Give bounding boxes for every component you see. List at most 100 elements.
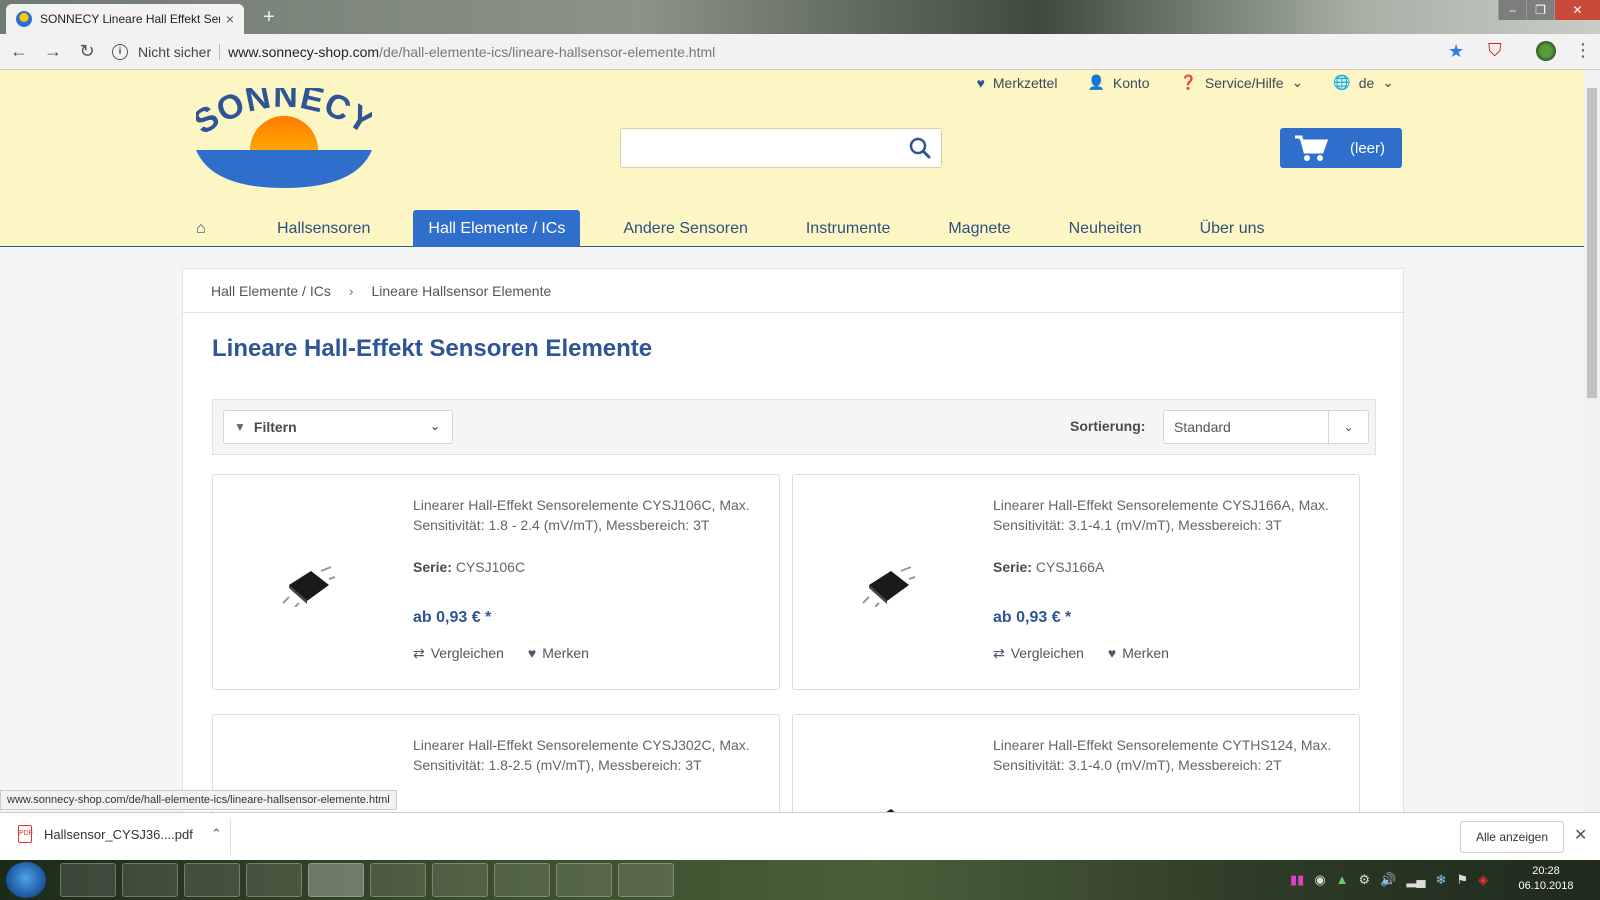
sort-select[interactable]: Standard ⌄	[1163, 410, 1369, 444]
tray-icon[interactable]: ⚙	[1359, 872, 1371, 888]
content-panel: Hall Elemente / ICs › Lineare Hallsensor…	[182, 268, 1404, 812]
web-page: ♥ Merkzettel 👤 Konto ❓ Service/Hilfe ⌄ 🌐 de ⌄ …	[0, 70, 1584, 812]
product-card[interactable]: Linearer Hall-Effekt Sensorelemente CYSJ…	[792, 474, 1360, 690]
service-link[interactable]: ❓ Service/Hilfe ⌄	[1179, 74, 1303, 91]
compare-link[interactable]: ⇄ Vergleichen	[993, 645, 1084, 662]
hp-icon[interactable]	[432, 863, 488, 897]
flag-icon[interactable]: ⚑	[1457, 872, 1469, 888]
breadcrumb: Hall Elemente / ICs › Lineare Hallsensor…	[183, 269, 1403, 313]
snowflake-icon[interactable]: ❄	[1436, 872, 1447, 888]
antivirus-icon[interactable]: ◈	[1478, 872, 1488, 888]
nav-neuheiten[interactable]: Neuheiten	[1054, 210, 1157, 247]
minimize-icon[interactable]: –	[1498, 0, 1526, 20]
profile-avatar[interactable]	[1536, 41, 1556, 61]
start-button[interactable]	[6, 862, 46, 898]
chevron-down-icon: ⌄	[1328, 411, 1368, 443]
product-image[interactable]	[861, 801, 917, 812]
app-icon[interactable]	[370, 863, 426, 897]
media-player-icon[interactable]	[60, 863, 116, 897]
nav-ueber-uns[interactable]: Über uns	[1185, 210, 1280, 247]
signal-bars-icon[interactable]: ▂▄	[1406, 872, 1425, 888]
nav-magnete[interactable]: Magnete	[933, 210, 1025, 247]
app-icon[interactable]	[618, 863, 674, 897]
remember-link[interactable]: ♥ Merken	[528, 645, 589, 662]
window-controls: – ❐ ✕	[1498, 0, 1600, 20]
product-card[interactable]: Linearer Hall-Effekt Sensorelemente CYTH…	[792, 714, 1360, 812]
show-all-button[interactable]: Alle anzeigen	[1460, 821, 1564, 853]
product-serie: Serie: CYSJ106C	[413, 559, 526, 575]
globe-icon[interactable]	[556, 863, 612, 897]
maximize-icon[interactable]: ❐	[1526, 0, 1554, 20]
back-icon[interactable]: ←	[4, 41, 34, 62]
heart-icon: ♥	[1107, 645, 1117, 661]
browser-menu-icon[interactable]: ⋮	[1574, 40, 1592, 61]
chevron-right-icon: ›	[348, 282, 354, 299]
url-field[interactable]: i Nicht sicher www.sonnecy-shop.com/de/h…	[112, 39, 1472, 65]
info-icon[interactable]: i	[112, 43, 128, 60]
scrollbar-thumb[interactable]	[1587, 88, 1597, 398]
tab-close-icon[interactable]: ×	[226, 11, 234, 27]
search-input[interactable]	[620, 128, 942, 168]
tray-icon[interactable]: ◉	[1314, 872, 1325, 888]
remember-link[interactable]: ♥ Merken	[1108, 645, 1169, 662]
window-close-icon[interactable]: ✕	[1554, 0, 1600, 20]
app-icon[interactable]	[184, 863, 240, 897]
taskbar: ▮▮ ◉ ▲ ⚙ 🔊 ▂▄ ❄ ⚑ ◈ 20:28 06.10.2018	[0, 860, 1600, 900]
filter-button[interactable]: ▼ Filtern ⌄	[223, 410, 453, 444]
search-icon[interactable]	[909, 137, 931, 159]
product-description[interactable]: Linearer Hall-Effekt Sensorelemente CYSJ…	[413, 735, 763, 775]
product-description[interactable]: Linearer Hall-Effekt Sensorelemente CYSJ…	[993, 495, 1343, 535]
chevron-down-icon: ⌄	[1291, 74, 1304, 90]
konto-link[interactable]: 👤 Konto	[1087, 74, 1149, 91]
product-price: ab 0,93 € *	[413, 609, 492, 626]
product-card[interactable]: Linearer Hall-Effekt Sensorelemente CYSJ…	[212, 474, 780, 690]
security-label: Nicht sicher	[138, 43, 221, 60]
chevron-down-icon: ⌄	[429, 419, 440, 433]
network-icon[interactable]: ▲	[1336, 872, 1349, 888]
filter-bar: ▼ Filtern ⌄ Sortierung: Standard ⌄	[212, 399, 1376, 455]
compare-link[interactable]: ⇄ Vergleichen	[413, 645, 504, 662]
explorer-icon[interactable]	[122, 863, 178, 897]
chevron-down-icon: ⌄	[1382, 74, 1394, 90]
reload-icon[interactable]: ↻	[72, 41, 102, 62]
tab-title: SONNECY Lineare Hall Effekt Sen	[40, 12, 220, 26]
volume-icon[interactable]: 🔊	[1380, 872, 1396, 888]
cart-button[interactable]: (leer)	[1280, 128, 1402, 168]
nav-instrumente[interactable]: Instrumente	[791, 210, 905, 247]
chrome-icon[interactable]	[308, 863, 364, 897]
url-path: /de/hall-elemente-ics/lineare-hallsensor…	[379, 43, 716, 60]
signal-icon[interactable]: ▮▮	[1290, 872, 1304, 888]
extension-shield-icon[interactable]: ⛉	[1488, 40, 1502, 61]
language-link[interactable]: 🌐 de ⌄	[1333, 74, 1394, 91]
new-tab-button[interactable]: +	[256, 6, 282, 30]
breadcrumb-item[interactable]: Hall Elemente / ICs	[211, 283, 331, 299]
product-description[interactable]: Linearer Hall-Effekt Sensorelemente CYSJ…	[413, 495, 763, 535]
internet-explorer-icon[interactable]	[246, 863, 302, 897]
home-icon[interactable]: ⌂	[196, 210, 212, 247]
browser-tab[interactable]: SONNECY Lineare Hall Effekt Sen ×	[6, 4, 244, 34]
clock[interactable]: 20:28 06.10.2018	[1504, 864, 1588, 894]
compare-icon: ⇄	[993, 645, 1005, 661]
sonnecy-logo[interactable]: SONNECY	[196, 88, 372, 192]
page-scrollbar[interactable]	[1584, 70, 1600, 812]
help-icon: ❓	[1179, 74, 1197, 90]
breadcrumb-item[interactable]: Lineare Hallsensor Elemente	[372, 283, 552, 299]
heart-icon: ♥	[527, 645, 537, 661]
product-image[interactable]	[861, 563, 917, 607]
heart-icon: ♥	[976, 74, 985, 91]
close-icon[interactable]: ✕	[1574, 825, 1587, 845]
nav-hall-elemente[interactable]: Hall Elemente / ICs	[413, 210, 581, 247]
forward-icon[interactable]: →	[38, 41, 68, 62]
cart-icon	[1295, 135, 1328, 161]
nav-andere-sensoren[interactable]: Andere Sensoren	[608, 210, 763, 247]
app-icon[interactable]	[494, 863, 550, 897]
chevron-up-icon[interactable]: ⌃	[211, 826, 222, 842]
product-actions: ⇄ Vergleichen ♥ Merken	[413, 645, 589, 662]
download-item[interactable]: PDF Hallsensor_CYSJ36....pdf ⌃	[18, 825, 222, 843]
compare-icon: ⇄	[413, 645, 425, 661]
merkzettel-link[interactable]: ♥ Merkzettel	[977, 74, 1058, 91]
product-description[interactable]: Linearer Hall-Effekt Sensorelemente CYTH…	[993, 735, 1343, 775]
bookmark-star-icon[interactable]: ★	[1448, 41, 1464, 62]
product-image[interactable]	[281, 563, 337, 607]
nav-hallsensoren[interactable]: Hallsensoren	[262, 210, 385, 247]
